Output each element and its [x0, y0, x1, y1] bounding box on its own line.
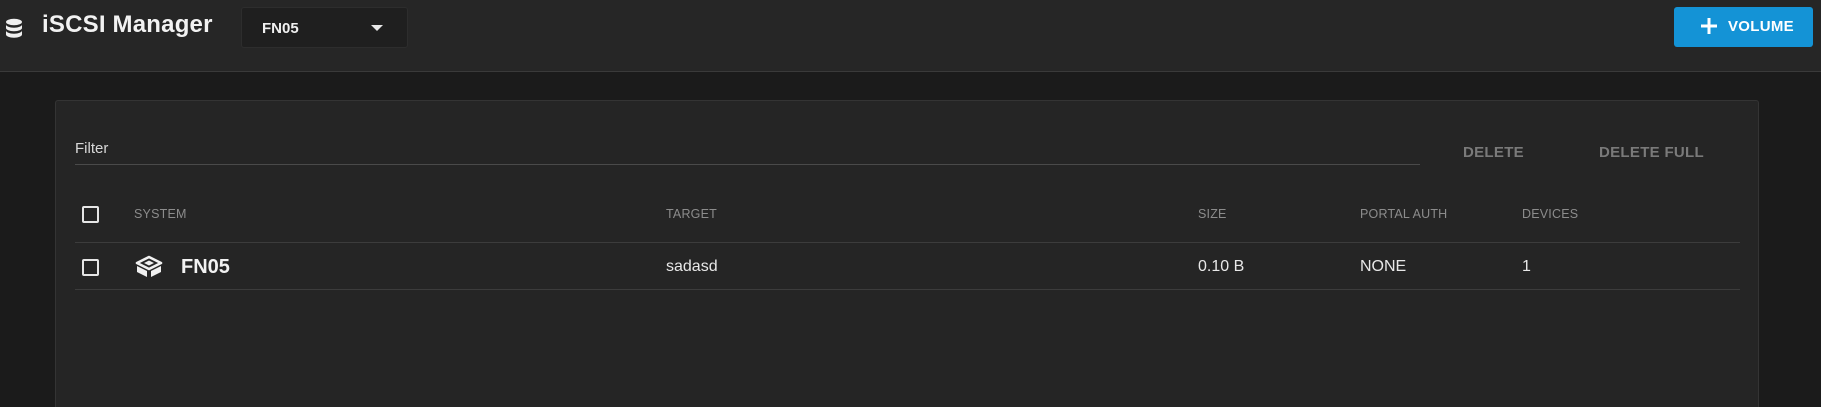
system-selector-value: FN05 — [262, 20, 299, 37]
select-all-checkbox[interactable] — [82, 206, 99, 223]
add-volume-button[interactable]: VOLUME — [1674, 7, 1813, 47]
header-divider — [75, 242, 1740, 243]
column-header-system[interactable]: SYSTEM — [134, 207, 187, 221]
row-devices: 1 — [1522, 258, 1531, 275]
top-bar: iSCSI Manager FN05 VOLUME — [0, 0, 1821, 72]
row-size: 0.10 B — [1198, 258, 1245, 275]
row-portal-auth: NONE — [1360, 258, 1407, 275]
database-icon — [6, 18, 22, 38]
delete-full-button[interactable]: DELETE FULL — [1599, 144, 1704, 161]
row-checkbox[interactable] — [82, 259, 99, 276]
add-volume-label: VOLUME — [1728, 18, 1794, 35]
system-selector[interactable]: FN05 — [241, 7, 408, 48]
column-header-size[interactable]: SIZE — [1198, 207, 1227, 221]
scrollbar[interactable] — [1809, 72, 1821, 407]
caret-down-icon — [371, 25, 383, 31]
column-header-target[interactable]: TARGET — [666, 207, 717, 221]
column-header-portal-auth[interactable]: PORTAL AUTH — [1360, 207, 1447, 221]
row-target: sadasd — [666, 258, 718, 275]
delete-button[interactable]: DELETE — [1463, 144, 1524, 161]
plus-icon — [1701, 18, 1717, 34]
column-header-devices[interactable]: DEVICES — [1522, 207, 1578, 221]
truenas-logo-icon — [135, 255, 163, 277]
filter-underline — [75, 164, 1420, 165]
page-title: iSCSI Manager — [42, 11, 213, 38]
filter-input[interactable]: Filter — [75, 140, 108, 157]
row-system-name: FN05 — [181, 256, 230, 278]
row-divider — [75, 289, 1740, 290]
